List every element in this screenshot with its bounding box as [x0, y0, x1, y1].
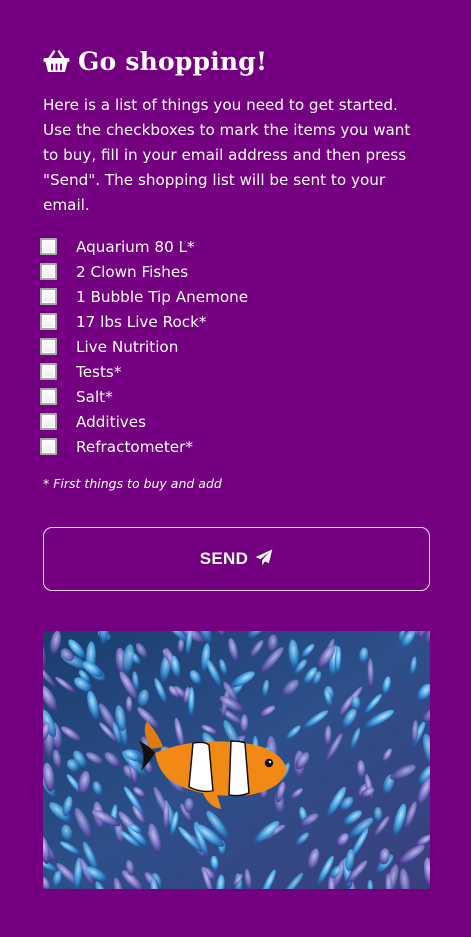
item-checkbox[interactable]	[40, 313, 57, 330]
item-label: Additives	[76, 412, 147, 431]
intro-text: Here is a list of things you need to get…	[43, 96, 411, 214]
item-label: Salt*	[76, 387, 113, 406]
shopping-list: Aquarium 80 L* 2 Clown Fishes 1 Bubble Tip…	[40, 234, 248, 459]
list-item[interactable]: 2 Clown Fishes	[40, 259, 248, 284]
item-label: Tests*	[76, 362, 122, 381]
list-item[interactable]: Salt*	[40, 384, 248, 409]
list-item[interactable]: Live Nutrition	[40, 334, 248, 359]
item-label: 1 Bubble Tip Anemone	[76, 287, 249, 306]
item-checkbox[interactable]	[40, 388, 57, 405]
item-checkbox[interactable]	[40, 238, 57, 255]
page-title: Go shopping!	[78, 46, 268, 76]
list-item[interactable]: Additives	[40, 409, 248, 434]
item-checkbox[interactable]	[40, 413, 57, 430]
list-item[interactable]: Refractometer*	[40, 434, 248, 459]
item-label: 2 Clown Fishes	[76, 262, 189, 281]
item-label: Aquarium 80 L*	[76, 237, 195, 256]
item-checkbox[interactable]	[40, 363, 57, 380]
item-checkbox[interactable]	[40, 263, 57, 280]
item-checkbox[interactable]	[40, 288, 57, 305]
page-heading: Go shopping!	[43, 44, 267, 78]
send-button-label: SEND	[199, 549, 249, 568]
paper-plane-icon	[255, 549, 273, 569]
list-item[interactable]: 17 lbs Live Rock*	[40, 309, 248, 334]
clownfish-photo	[43, 631, 430, 889]
list-item[interactable]: Aquarium 80 L*	[40, 234, 248, 259]
item-label: Live Nutrition	[76, 337, 179, 356]
list-item[interactable]: 1 Bubble Tip Anemone	[40, 284, 248, 309]
basket-icon	[43, 49, 70, 73]
list-item[interactable]: Tests*	[40, 359, 248, 384]
item-label: 17 lbs Live Rock*	[76, 312, 207, 331]
item-checkbox[interactable]	[40, 438, 57, 455]
item-checkbox[interactable]	[40, 338, 57, 355]
send-button[interactable]: SEND	[43, 527, 430, 591]
item-label: Refractometer*	[76, 437, 193, 456]
footnote: * First things to buy and add	[43, 476, 222, 491]
